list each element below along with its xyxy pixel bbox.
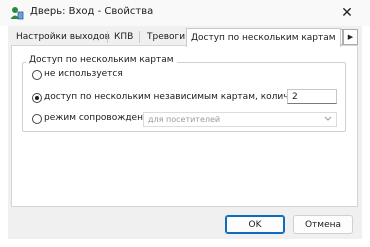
radio-escort-mode-label[interactable]: режим сопровождения: [44,113,157,123]
close-icon[interactable]: ✕ [336,3,358,23]
door-user-icon [10,6,24,20]
escort-mode-select[interactable]: для посетителей [143,112,337,127]
escort-mode-value: для посетителей [148,115,221,124]
tab-kpv[interactable]: КПВ [110,30,137,45]
tab-separator [107,31,108,43]
tab-multi-card-access[interactable]: Доступ по нескольким картам [186,28,341,47]
window-title: Дверь: Вход - Свойства [30,6,154,17]
radio-not-used-label[interactable]: не используется [44,69,123,79]
tab-separator [139,31,140,43]
card-count-input[interactable]: 2 [287,89,337,104]
chevron-down-icon [324,113,332,129]
tab-scroll-right-button[interactable]: ▶ [343,29,358,45]
radio-escort-mode[interactable] [32,114,42,124]
tab-alarms[interactable]: Тревоги [143,30,189,45]
radio-not-used[interactable] [32,70,42,80]
cancel-button[interactable]: Отмена [293,215,353,234]
radio-independent-cards[interactable] [32,93,42,103]
ok-button[interactable]: OK [225,215,285,234]
groupbox-title: Доступ по нескольким картам [26,55,177,65]
radio-independent-cards-label[interactable]: доступ по нескольким независимым картам,… [44,92,318,102]
tab-output-settings[interactable]: Настройки выходов [12,30,114,45]
